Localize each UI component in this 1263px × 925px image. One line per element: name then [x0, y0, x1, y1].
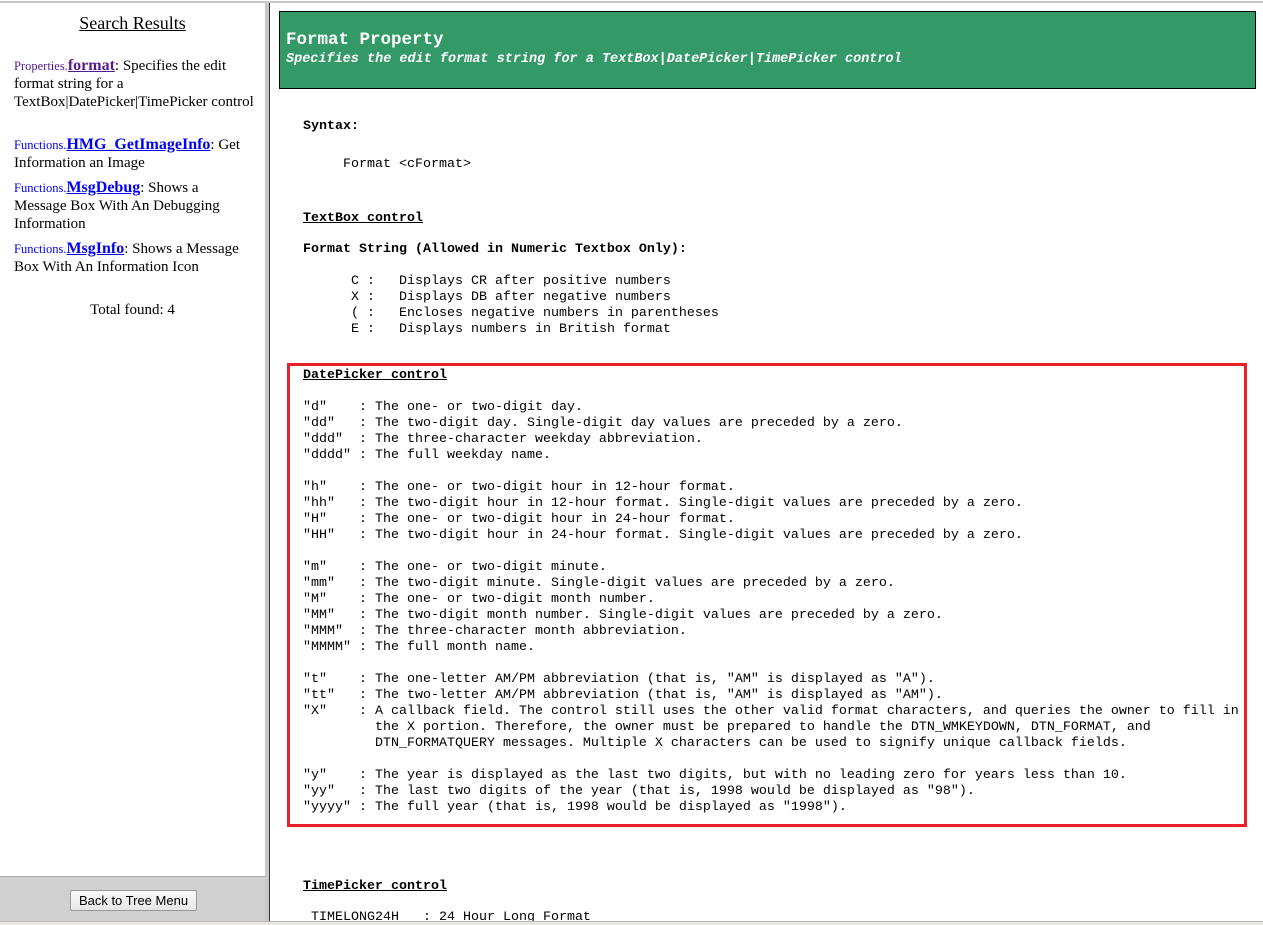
datepicker-format-list: "d" : The one- or two-digit day. "dd" : … — [303, 400, 1239, 815]
timepicker-format-list: TIMELONG24H : 24 Hour Long Format — [303, 910, 591, 921]
search-results-title: Search Results — [79, 13, 186, 33]
result-link-msginfo[interactable]: MsgInfo — [66, 240, 124, 257]
result-item: Functions.MsgDebug: Shows a Message Box … — [14, 179, 220, 232]
result-link-format[interactable]: format — [68, 57, 115, 74]
back-to-tree-menu-button[interactable]: Back to Tree Menu — [70, 890, 197, 911]
window-bottom-border — [0, 921, 1263, 925]
frame-splitter[interactable] — [265, 3, 270, 921]
result-item: Functions.MsgInfo: Shows a Message Box W… — [14, 240, 239, 275]
syntax-code: Format <cFormat> — [343, 157, 471, 172]
syntax-label: Syntax: — [303, 119, 359, 134]
timepicker-heading: TimePicker control — [303, 879, 447, 894]
page-title: Format Property — [286, 30, 444, 50]
total-found: Total found: 4 — [90, 302, 175, 318]
document-panel: Format Property Specifies the edit forma… — [271, 3, 1263, 921]
result-item: Properties.format: Specifies the edit fo… — [14, 57, 254, 110]
doc-header: Format Property Specifies the edit forma… — [279, 11, 1256, 89]
datepicker-heading: DatePicker control — [303, 368, 447, 383]
textbox-heading: TextBox control — [303, 211, 423, 226]
search-results-panel: Search Results Properties.format: Specif… — [0, 3, 265, 921]
result-link-msgdebug[interactable]: MsgDebug — [66, 179, 140, 196]
result-item: Functions.HMG_GetImageInfo: Get Informat… — [14, 136, 240, 171]
textbox-format-list: C : Displays CR after positive numbers X… — [351, 274, 719, 337]
left-footer: Back to Tree Menu — [0, 876, 265, 921]
format-string-label: Format String (Allowed in Numeric Textbo… — [303, 242, 687, 257]
page-subtitle: Specifies the edit format string for a T… — [286, 52, 902, 67]
result-link-hmg-getimageinfo[interactable]: HMG_GetImageInfo — [66, 136, 210, 153]
